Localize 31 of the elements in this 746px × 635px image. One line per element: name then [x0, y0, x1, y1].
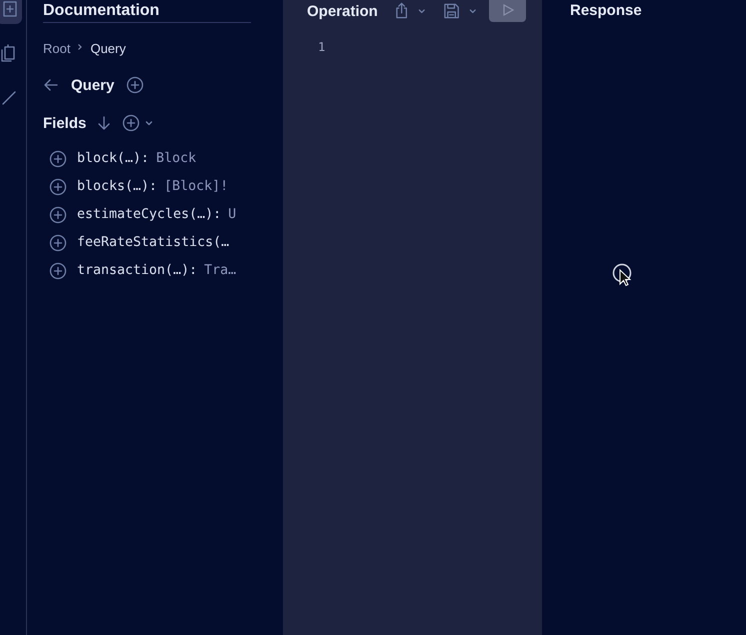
field-type[interactable]: U: [228, 207, 236, 222]
field-name[interactable]: blocks(…):: [77, 179, 158, 194]
breadcrumb-link[interactable]: Root: [43, 41, 70, 56]
sort-arrow-icon[interactable]: [96, 115, 112, 131]
plus-circle-icon[interactable]: [49, 262, 67, 280]
plus-circle-icon[interactable]: [49, 206, 67, 224]
breadcrumb-link[interactable]: Query: [90, 41, 126, 56]
play-icon: [500, 3, 515, 17]
panel-title: Response: [570, 1, 643, 21]
plus-circle-icon[interactable]: [49, 234, 67, 252]
field-type[interactable]: [Block]!: [164, 179, 228, 194]
document-icon: [1, 0, 19, 18]
plus-circle-icon[interactable]: [49, 178, 67, 196]
share-icon[interactable]: [394, 2, 410, 20]
back-arrow-icon[interactable]: [43, 77, 59, 93]
plus-circle-icon[interactable]: [122, 114, 140, 132]
plus-circle-icon[interactable]: [49, 150, 67, 168]
plus-circle-icon[interactable]: [126, 76, 144, 94]
save-icon[interactable]: [442, 2, 460, 20]
field-name[interactable]: block(…):: [77, 151, 150, 166]
field-type[interactable]: Block: [156, 151, 196, 166]
panel-title: Documentation: [43, 0, 251, 23]
section-heading: Fields: [43, 114, 86, 132]
field-name[interactable]: feeRateStatistics(…: [77, 235, 230, 250]
type-heading: Query: [71, 76, 114, 94]
field-name[interactable]: transaction(…):: [77, 263, 198, 278]
field-type[interactable]: Tra…: [204, 263, 236, 278]
chevron-right-icon: [77, 43, 84, 51]
field-name[interactable]: estimateCycles(…):: [77, 207, 222, 222]
panel-title: Operation: [307, 2, 378, 20]
line-number: 1: [317, 40, 326, 54]
